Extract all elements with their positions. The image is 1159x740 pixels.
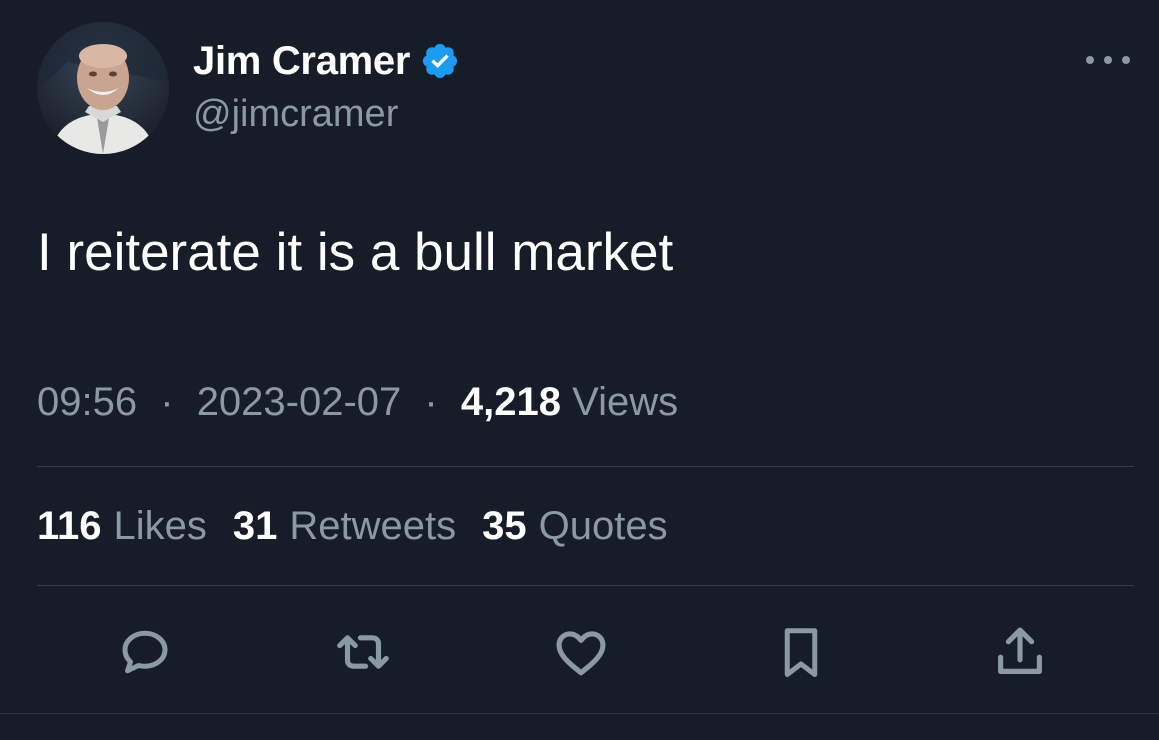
more-options-button[interactable] xyxy=(1084,50,1132,70)
likes-label: Likes xyxy=(113,504,207,548)
meta-separator: · xyxy=(160,380,174,424)
likes-count: 116 xyxy=(37,504,102,548)
tweet-date[interactable]: 2023-02-07 xyxy=(197,380,402,424)
tweet-time[interactable]: 09:56 xyxy=(37,380,137,424)
verified-badge-icon xyxy=(420,41,460,81)
like-button[interactable] xyxy=(546,617,616,687)
avatar[interactable] xyxy=(37,22,169,154)
quotes-label: Quotes xyxy=(538,504,668,548)
divider xyxy=(37,466,1134,467)
retweet-icon xyxy=(337,635,389,669)
share-icon xyxy=(998,627,1042,674)
heart-icon xyxy=(556,631,606,676)
views-count: 4,218 xyxy=(460,380,561,424)
author-handle[interactable]: @jimcramer xyxy=(193,93,398,136)
action-bar xyxy=(0,617,1159,687)
retweets-stat[interactable]: 31 Retweets xyxy=(233,504,456,549)
engagement-stats: 116 Likes 31 Retweets 35 Quotes xyxy=(37,504,694,549)
divider xyxy=(37,585,1134,586)
views-label: Views xyxy=(572,380,679,424)
bottom-border xyxy=(0,713,1159,714)
retweets-count: 31 xyxy=(232,504,278,548)
reply-button[interactable] xyxy=(110,617,180,687)
avatar-photo xyxy=(37,22,169,154)
bookmark-icon xyxy=(784,628,818,677)
bookmark-button[interactable] xyxy=(766,617,836,687)
retweet-button[interactable] xyxy=(328,617,398,687)
quotes-count: 35 xyxy=(482,504,527,548)
likes-stat[interactable]: 116 Likes xyxy=(37,504,207,549)
retweets-label: Retweets xyxy=(289,504,457,548)
author-display-name[interactable]: Jim Cramer xyxy=(193,39,410,84)
quotes-stat[interactable]: 35 Quotes xyxy=(482,504,667,549)
tweet-text: I reiterate it is a bull market xyxy=(37,223,674,282)
author-name-row: Jim Cramer xyxy=(193,38,460,84)
share-button[interactable] xyxy=(985,617,1055,687)
reply-icon xyxy=(122,630,168,674)
meta-separator: · xyxy=(424,380,438,424)
more-horizontal-icon xyxy=(1086,56,1130,64)
tweet-meta: 09:56 · 2023-02-07 · 4,218 Views xyxy=(37,380,678,425)
tweet-card: Jim Cramer @jimcramer I reiterate it is … xyxy=(0,0,1159,740)
